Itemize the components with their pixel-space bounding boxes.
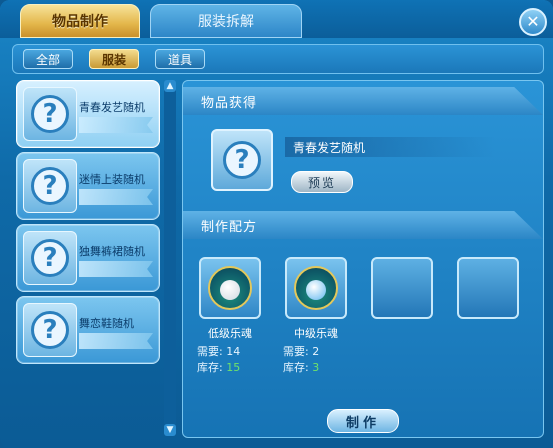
recipe-list-item[interactable]: ? 迷情上装随机 [16, 152, 160, 220]
stock-value: 3 [312, 361, 320, 374]
close-button[interactable]: ✕ [519, 8, 547, 36]
question-mark-icon: ? [31, 95, 69, 133]
scroll-up-icon[interactable]: ▲ [164, 80, 176, 92]
material-stock: 库存: 3 [283, 359, 319, 375]
ribbon-decor [79, 117, 153, 133]
ribbon-decor [79, 189, 153, 205]
ribbon-decor [79, 261, 153, 277]
recipe-list: ? 青春发艺随机 ? 迷情上装随机 ? 独舞裤裙随机 ? 舞恋鞋随机 [12, 78, 160, 436]
question-mark-icon: ? [31, 311, 69, 349]
obtained-item-name: 青春发艺随机 [285, 137, 495, 157]
material-slot-empty [371, 257, 433, 319]
material-need: 需要: 2 [283, 343, 319, 359]
tab-bar: 物品制作 服装拆解 ✕ [0, 0, 553, 38]
recipe-thumbnail: ? [23, 159, 77, 213]
need-label: 需要: [197, 345, 223, 358]
crafting-window: 物品制作 服装拆解 ✕ 全部 服装 道具 ? 青春发艺随机 ? 迷情上装随机 ?… [0, 0, 553, 448]
obtained-item-slot[interactable]: ? [211, 129, 273, 191]
recipe-list-item[interactable]: ? 舞恋鞋随机 [16, 296, 160, 364]
stock-value: 15 [226, 361, 241, 374]
recipe-name: 青春发艺随机 [79, 101, 145, 114]
recipe-thumbnail: ? [23, 231, 77, 285]
material-slot[interactable] [285, 257, 347, 319]
material-slot-empty [457, 257, 519, 319]
material-need: 需要: 14 [197, 343, 240, 359]
material-stock: 库存: 15 [197, 359, 240, 375]
preview-button[interactable]: 预览 [291, 171, 353, 193]
recipe-list-item[interactable]: ? 青春发艺随机 [16, 80, 160, 148]
need-value: 14 [226, 345, 241, 358]
pearl-shell-icon [208, 266, 252, 310]
stock-label: 库存: [197, 361, 223, 374]
filter-all-button[interactable]: 全部 [23, 49, 73, 69]
filter-clothing-button[interactable]: 服装 [89, 49, 139, 69]
category-filter-bar: 全部 服装 道具 [12, 44, 544, 74]
recipe-list-item[interactable]: ? 独舞裤裙随机 [16, 224, 160, 292]
question-mark-icon: ? [31, 239, 69, 277]
need-value: 2 [312, 345, 320, 358]
recipe-thumbnail: ? [23, 303, 77, 357]
filter-items-button[interactable]: 道具 [155, 49, 205, 69]
scroll-down-icon[interactable]: ▼ [164, 424, 176, 436]
make-button[interactable]: 制作 [327, 409, 399, 433]
recipe-name: 舞恋鞋随机 [79, 317, 134, 330]
tab-item-crafting[interactable]: 物品制作 [20, 4, 140, 38]
recipe-name: 独舞裤裙随机 [79, 245, 145, 258]
tab-clothing-dismantle[interactable]: 服装拆解 [150, 4, 302, 38]
obtain-section-header: 物品获得 [183, 87, 543, 115]
material-name: 低级乐魂 [208, 327, 252, 340]
recipe-thumbnail: ? [23, 87, 77, 141]
question-mark-icon: ? [31, 167, 69, 205]
question-mark-icon: ? [223, 141, 261, 179]
need-label: 需要: [283, 345, 309, 358]
material-name: 中级乐魂 [294, 327, 338, 340]
recipe-detail-panel: 物品获得 ? 青春发艺随机 预览 制作配方 低级乐魂 中级乐魂 需要: 14 库… [182, 80, 544, 438]
pearl-shell-icon [294, 266, 338, 310]
recipe-section-header: 制作配方 [183, 211, 543, 239]
recipe-name: 迷情上装随机 [79, 173, 145, 186]
ribbon-decor [79, 333, 153, 349]
stock-label: 库存: [283, 361, 309, 374]
close-icon: ✕ [526, 12, 540, 31]
material-slot[interactable] [199, 257, 261, 319]
recipe-list-scrollbar[interactable]: ▲ ▼ [164, 80, 176, 436]
